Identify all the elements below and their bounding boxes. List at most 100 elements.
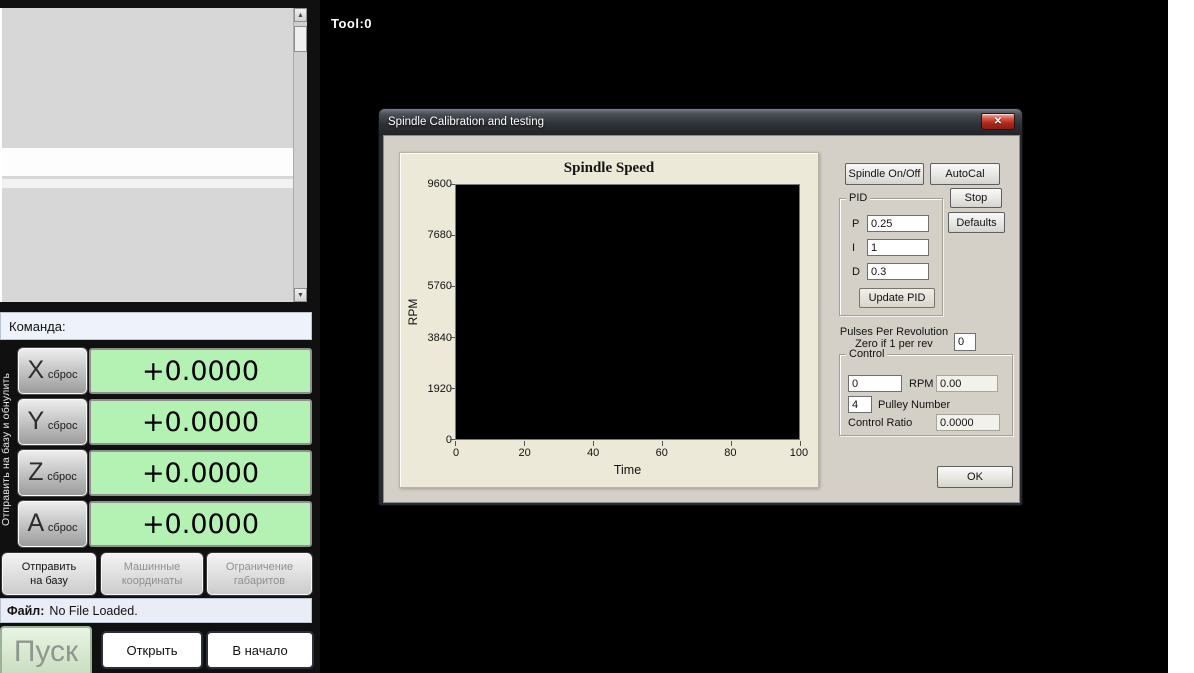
button-label-line: габаритов	[233, 575, 286, 587]
dialog-client-area: Spindle Speed RPM 9600 7680 5760 3840 1920 0 …	[383, 135, 1020, 503]
d-input[interactable]	[867, 263, 929, 280]
cycle-start-button[interactable]: Пуск	[0, 626, 92, 673]
tick-label: 60	[655, 447, 668, 459]
stop-button[interactable]: Stop	[950, 188, 1002, 208]
button-label-line: Отправить	[21, 560, 77, 573]
machine-control-panel: ▲ ▼ Команда: Отправить на базу и обнулит…	[0, 0, 320, 673]
a-dro-display[interactable]: +0.0000	[89, 501, 312, 547]
pulses-label-line1: Pulses Per Revolution	[839, 326, 949, 338]
y-dro-value: +0.0000	[141, 406, 260, 438]
control-ratio-label: Control Ratio	[848, 417, 913, 429]
gcode-line-highlight	[2, 148, 307, 176]
tick-label: 5760	[427, 280, 452, 293]
dro-row-a: A сброс +0.0000	[18, 501, 312, 547]
file-label: Файл:	[7, 603, 45, 618]
defaults-button[interactable]: Defaults	[948, 212, 1005, 233]
pulley-number-label: Pulley Number	[878, 399, 951, 411]
spindle-calibration-dialog: Spindle Calibration and testing ✕ Spindl…	[378, 108, 1023, 506]
a-zero-button[interactable]: A сброс	[18, 501, 87, 547]
pid-p-row: P	[852, 215, 929, 232]
i-input[interactable]	[867, 239, 929, 256]
i-label: I	[852, 241, 856, 254]
scrollbar[interactable]: ▲ ▼	[293, 8, 307, 302]
tick-label: 20	[518, 447, 531, 459]
close-button[interactable]: ✕	[981, 113, 1015, 130]
gcode-display-area: ▲ ▼	[0, 8, 307, 302]
pulses-per-rev-input[interactable]	[954, 333, 976, 351]
chart-x-axis-label: Time	[613, 463, 642, 477]
pulses-per-rev-label: Pulses Per Revolution Zero if 1 per rev	[832, 326, 956, 350]
tick-label: 100	[789, 447, 809, 459]
dro-row-z: Z сброс +0.0000	[18, 450, 312, 496]
ok-button[interactable]: OK	[937, 466, 1013, 488]
button-label-line: Ограничение	[225, 560, 294, 573]
pulley-number-input[interactable]	[848, 396, 872, 413]
tick-label: 3840	[427, 331, 452, 344]
scrollbar-thumb[interactable]	[294, 26, 307, 52]
close-icon: ✕	[993, 116, 1003, 127]
chart-x-tick-labels: 0 20 40 60 80 100	[443, 447, 812, 459]
scroll-down-arrow-icon[interactable]: ▼	[294, 288, 307, 302]
gcode-line	[2, 179, 307, 188]
z-dro-value: +0.0000	[141, 457, 260, 489]
chart-plot-area	[455, 184, 800, 440]
dialog-title: Spindle Calibration and testing	[388, 116, 544, 128]
x-dro-display[interactable]: +0.0000	[89, 348, 312, 394]
autocal-button[interactable]: AutoCal	[930, 163, 1000, 185]
tick-label: 7680	[427, 229, 452, 242]
spindle-speed-chart: Spindle Speed RPM 9600 7680 5760 3840 1920 0 …	[399, 152, 819, 488]
p-label: P	[852, 217, 860, 230]
update-pid-button[interactable]: Update PID	[859, 288, 935, 308]
reset-label: сброс	[47, 471, 77, 483]
spindle-onoff-button[interactable]: Spindle On/Off	[845, 163, 924, 185]
open-file-button[interactable]: Открыть	[103, 633, 201, 667]
go-home-button[interactable]: Отправить на базу	[2, 553, 96, 595]
reset-label: сброс	[47, 522, 78, 534]
reset-label: сброс	[47, 420, 78, 432]
button-label-line: на базу	[30, 575, 68, 587]
pid-d-row: D	[852, 263, 929, 280]
control-ratio-display: 0.0000	[936, 414, 1000, 431]
reset-label: сброс	[47, 369, 78, 381]
soft-limits-button[interactable]: Ограничение габаритов	[207, 553, 312, 595]
button-label-line: Машинные	[123, 560, 181, 573]
home-and-zero-vertical-label: Отправить на базу и обнулить	[0, 372, 12, 526]
control-group-label: Control	[846, 348, 888, 360]
rpm-set-input[interactable]	[848, 375, 902, 392]
rpm-actual-display: 0.00	[936, 375, 998, 392]
chart-title: Spindle Speed	[563, 160, 655, 176]
rewind-button[interactable]: В начало	[208, 633, 312, 667]
file-value: No File Loaded.	[49, 603, 138, 618]
pid-group-label: PID	[846, 192, 871, 204]
dro-row-x: X сброс +0.0000	[18, 348, 312, 394]
tick-label: 80	[724, 447, 737, 459]
axis-letter: Y	[27, 407, 45, 435]
dro-row-y: Y сброс +0.0000	[18, 399, 312, 445]
tick-label: 40	[587, 447, 600, 459]
tick-label: 0	[445, 433, 452, 446]
screen: ▲ ▼ Команда: Отправить на базу и обнулит…	[0, 0, 1194, 673]
tick-label: 0	[452, 447, 460, 459]
a-dro-value: +0.0000	[141, 508, 260, 540]
scroll-up-arrow-icon[interactable]: ▲	[294, 8, 307, 22]
machine-coords-button[interactable]: Машинные координаты	[101, 553, 203, 595]
p-input[interactable]	[867, 215, 929, 232]
tool-status-label: Tool:0	[331, 16, 373, 31]
y-zero-button[interactable]: Y сброс	[18, 399, 87, 445]
command-strip[interactable]: Команда:	[0, 312, 312, 340]
tick-label: 9600	[427, 178, 452, 190]
pid-i-row: I	[852, 239, 929, 256]
axis-letter: X	[27, 356, 45, 384]
chart-y-tick-labels: 9600 7680 5760 3840 1920 0	[408, 178, 452, 446]
right-edge-strip	[1168, 0, 1194, 673]
y-dro-display[interactable]: +0.0000	[89, 399, 312, 445]
z-zero-button[interactable]: Z сброс	[18, 450, 87, 496]
control-groupbox: Control RPM 0.00 Pulley Number Control R…	[839, 348, 1013, 436]
file-strip: Файл: No File Loaded.	[0, 598, 312, 623]
rpm-label: RPM	[909, 378, 934, 390]
d-label: D	[852, 265, 860, 278]
command-label: Команда:	[9, 318, 66, 334]
x-zero-button[interactable]: X сброс	[18, 348, 87, 394]
dialog-titlebar[interactable]: Spindle Calibration and testing ✕	[379, 109, 1022, 135]
z-dro-display[interactable]: +0.0000	[89, 450, 312, 496]
